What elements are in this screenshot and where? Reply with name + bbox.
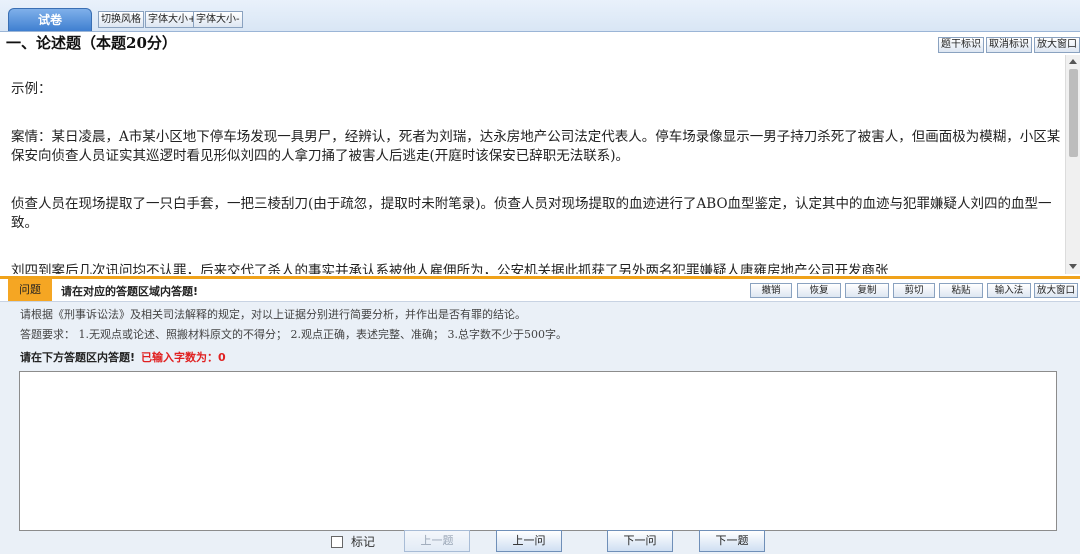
question-scrollbar[interactable] xyxy=(1065,55,1080,274)
scroll-up-icon[interactable] xyxy=(1069,59,1077,64)
enlarge-answer-window-button[interactable]: 放大窗口 xyxy=(1034,283,1078,298)
question-content: 示例： 案情：某日凌晨，A市某小区地下停车场发现一具男尸，经辨认，死者为刘瑞，达… xyxy=(0,55,1064,274)
checkbox-icon[interactable] xyxy=(331,536,343,548)
question-paragraph: 示例： xyxy=(11,81,52,97)
question-paragraph: 案情：某日凌晨，A市某小区地下停车场发现一具男尸，经辨认，死者为刘瑞，达永房地产… xyxy=(11,129,1061,164)
answer-prompt-label: 请在下方答题区内答题! xyxy=(20,351,136,364)
answer-requirement: 请根据《刑事诉讼法》及相关司法解释的规定，对以上证据分别进行简要分析，并作出是否… xyxy=(20,308,526,321)
copy-button[interactable]: 复制 xyxy=(845,283,889,298)
answer-requirement: 答题要求： 1.无观点或论述、照搬材料原文的不得分； 2.观点正确，表述完整、准… xyxy=(20,328,567,341)
prev-ask-button[interactable]: 上一问 xyxy=(496,530,562,552)
answer-instruction: 请在对应的答题区域内答题! xyxy=(61,285,199,298)
unmark-stem-button[interactable]: 取消标识 xyxy=(986,37,1032,53)
cut-button[interactable]: 剪切 xyxy=(893,283,935,298)
redo-button[interactable]: 恢复 xyxy=(797,283,841,298)
question-tag: 问题 xyxy=(8,279,52,301)
tab-exam[interactable]: 试卷 xyxy=(8,8,92,31)
answer-textarea[interactable] xyxy=(19,371,1057,531)
question-paragraph: 刘四到案后几次讯问均不认罪，后来交代了杀人的事实并承认系被他人雇佣所为，公安机关… xyxy=(11,263,889,274)
mark-stem-button[interactable]: 题干标识 xyxy=(938,37,984,53)
font-size-increase-button[interactable]: 字体大小+ xyxy=(145,11,200,28)
scroll-down-icon[interactable] xyxy=(1069,264,1077,269)
prev-question-button[interactable]: 上一题 xyxy=(404,530,470,552)
next-question-button[interactable]: 下一题 xyxy=(699,530,765,552)
scroll-thumb[interactable] xyxy=(1069,69,1078,157)
mark-label: 标记 xyxy=(351,535,376,549)
paste-button[interactable]: 粘贴 xyxy=(939,283,983,298)
question-paragraph: 侦查人员在现场提取了一只白手套，一把三棱刮刀(由于疏忽，提取时未附笔录)。侦查人… xyxy=(11,196,1052,231)
question-title: 一、论述题（本题20分） xyxy=(6,34,177,52)
switch-style-button[interactable]: 切换风格 xyxy=(98,11,144,28)
undo-button[interactable]: 撤销 xyxy=(750,283,792,298)
input-method-button[interactable]: 输入法 xyxy=(987,283,1031,298)
next-ask-button[interactable]: 下一问 xyxy=(607,530,673,552)
enlarge-question-window-button[interactable]: 放大窗口 xyxy=(1034,37,1080,53)
answer-prompt: 请在下方答题区内答题! 已输入字数为：0 xyxy=(20,349,226,365)
word-count: 已输入字数为：0 xyxy=(141,351,226,364)
font-size-decrease-button[interactable]: 字体大小- xyxy=(193,11,243,28)
mark-checkbox[interactable]: 标记 xyxy=(331,533,375,550)
